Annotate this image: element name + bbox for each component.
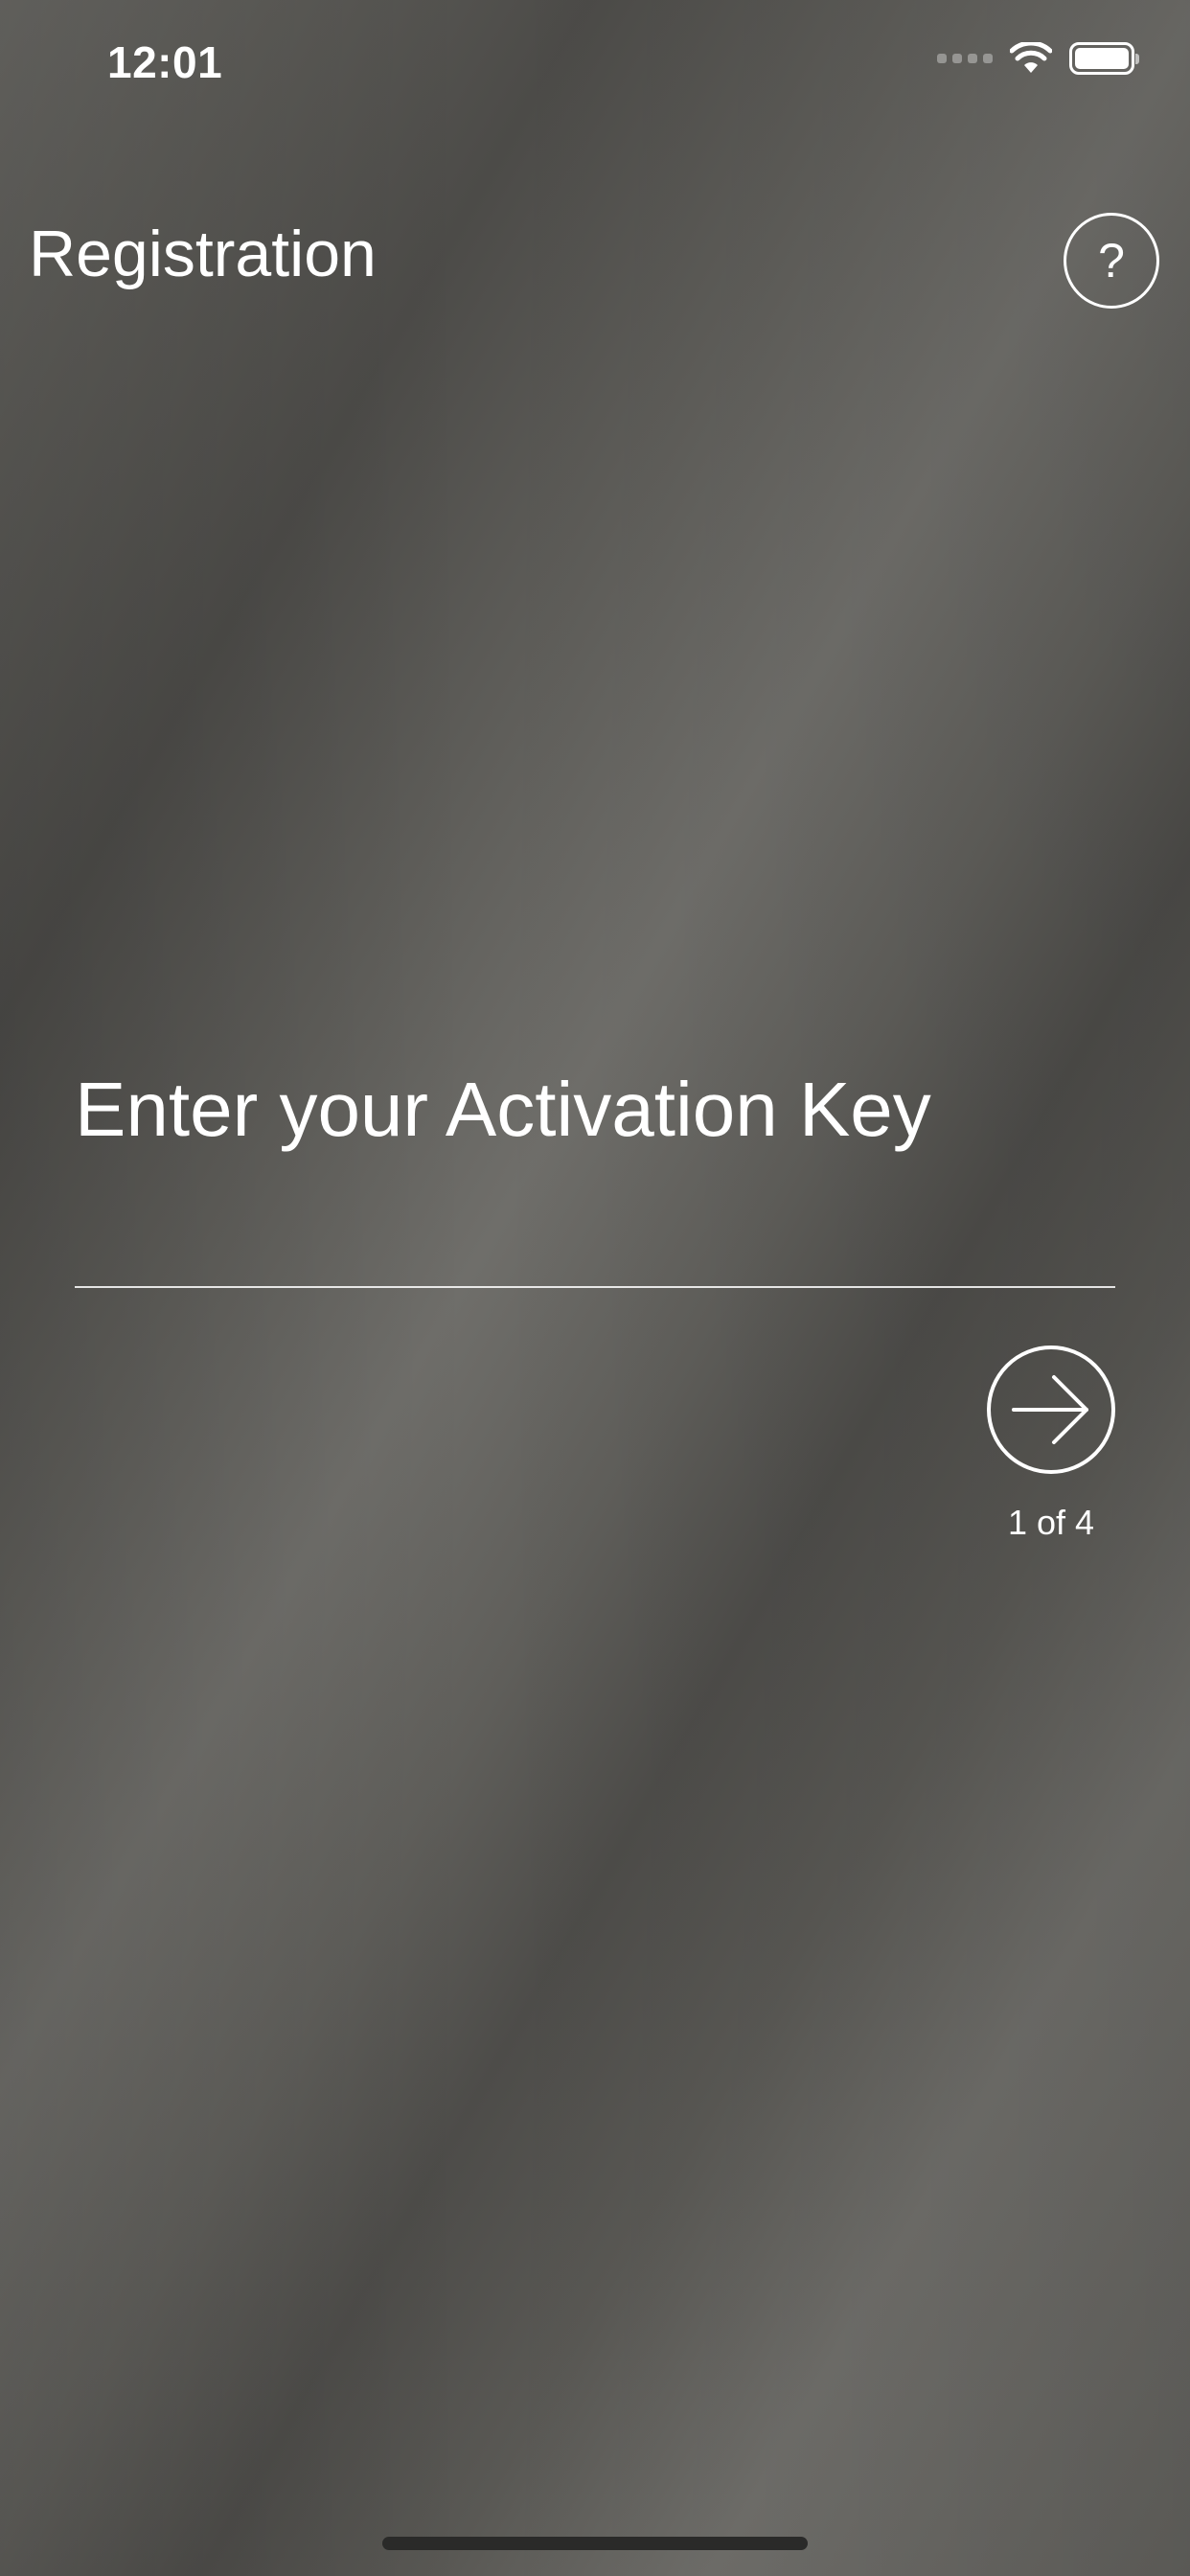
battery-level [1075, 48, 1129, 69]
arrow-right-icon [1012, 1375, 1088, 1444]
background-gradient [0, 0, 1190, 2576]
status-time: 12:01 [107, 37, 223, 87]
battery-icon [1069, 42, 1139, 75]
page-title: Registration [29, 218, 377, 290]
activation-key-input[interactable] [75, 1169, 1115, 1288]
help-button[interactable]: ? [1064, 213, 1159, 309]
next-button[interactable] [987, 1346, 1115, 1474]
help-icon: ? [1098, 234, 1125, 288]
cellular-signal-icon [937, 54, 993, 63]
step-indicator: 1 of 4 [1007, 1503, 1095, 1542]
activation-key-prompt: Enter your Activation Key [75, 1067, 931, 1152]
home-indicator[interactable] [382, 2537, 808, 2550]
status-icons [937, 42, 1139, 75]
wifi-icon [1010, 42, 1052, 73]
